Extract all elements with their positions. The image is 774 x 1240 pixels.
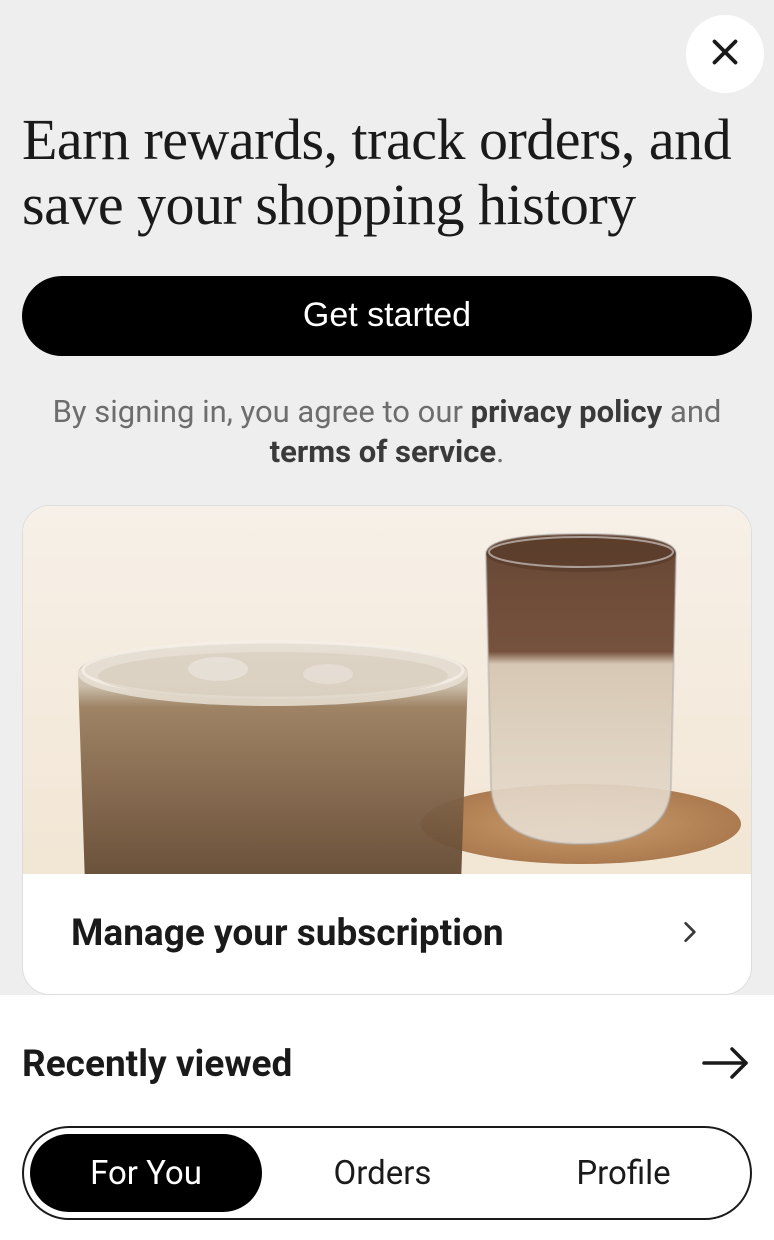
subscription-card: Manage your subscription xyxy=(22,505,752,995)
agreement-suffix: . xyxy=(496,433,504,470)
recently-viewed-button[interactable]: Recently viewed xyxy=(22,1043,752,1086)
subscription-label: Manage your subscription xyxy=(71,912,504,955)
hero-section: Earn rewards, track orders, and save you… xyxy=(0,0,774,238)
get-started-button[interactable]: Get started xyxy=(22,276,752,356)
manage-subscription-button[interactable]: Manage your subscription xyxy=(23,874,751,994)
tab-profile-label: Profile xyxy=(576,1154,670,1193)
chevron-right-icon xyxy=(677,919,703,949)
agreement-middle: and xyxy=(662,393,721,430)
recently-viewed-label: Recently viewed xyxy=(22,1043,292,1086)
tab-for-you[interactable]: For You xyxy=(30,1134,262,1212)
subscription-image xyxy=(23,506,751,874)
terms-of-service-link[interactable]: terms of service xyxy=(270,433,496,470)
tab-bar: For You Orders Profile xyxy=(22,1126,752,1220)
privacy-policy-link[interactable]: privacy policy xyxy=(471,393,663,430)
tab-profile[interactable]: Profile xyxy=(503,1134,744,1212)
lower-section: Recently viewed For You Orders Profile xyxy=(0,995,774,1240)
arrow-right-icon xyxy=(700,1045,752,1085)
close-icon xyxy=(707,34,743,74)
agreement-text: By signing in, you agree to our privacy … xyxy=(22,392,752,473)
tab-for-you-label: For You xyxy=(90,1154,202,1193)
coffee-glass-right xyxy=(456,524,706,864)
get-started-label: Get started xyxy=(303,296,471,335)
agreement-prefix: By signing in, you agree to our xyxy=(53,393,471,430)
hero-title: Earn rewards, track orders, and save you… xyxy=(22,108,752,238)
tab-orders-label: Orders xyxy=(334,1154,432,1193)
coffee-glass-left xyxy=(58,614,488,874)
tab-orders[interactable]: Orders xyxy=(262,1134,503,1212)
close-button[interactable] xyxy=(686,15,764,93)
